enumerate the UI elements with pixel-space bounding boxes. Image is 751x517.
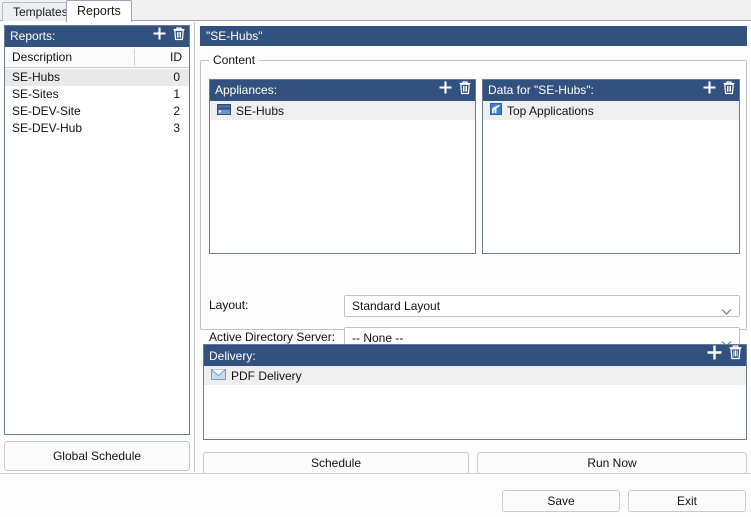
active-directory-value: -- None --: [352, 331, 404, 345]
trash-icon[interactable]: [172, 26, 186, 48]
layout-select[interactable]: Standard Layout: [344, 295, 740, 317]
trash-icon[interactable]: [458, 80, 472, 102]
row-description: SE-Hubs: [12, 70, 61, 84]
save-label: Save: [547, 494, 575, 508]
reports-list[interactable]: SE-Hubs 0 SE-Sites 1 SE-DEV-Site 2 SE-DE…: [5, 69, 189, 434]
reports-panel-header: Reports:: [5, 26, 189, 47]
delivery-panel: Delivery: PDF Delivery: [203, 344, 747, 440]
row-id: 3: [173, 121, 180, 135]
exit-label: Exit: [676, 494, 697, 508]
data-title: Data for "SE-Hubs":: [488, 83, 594, 97]
chart-icon: [490, 103, 502, 118]
list-item[interactable]: SE-Hubs: [210, 101, 475, 120]
row-id: 1: [173, 87, 180, 101]
list-item[interactable]: Top Applications: [483, 101, 739, 120]
run-now-label: Run Now: [587, 456, 637, 470]
content-legend: Content: [213, 53, 256, 67]
list-item-label: PDF Delivery: [231, 368, 302, 383]
schedule-button[interactable]: Schedule: [203, 452, 469, 474]
global-schedule-button[interactable]: Global Schedule: [4, 441, 190, 471]
save-button[interactable]: Save: [502, 490, 620, 512]
content-groupbox: Content Appliances: SE-Hubs Data for "SE…: [200, 53, 748, 349]
data-actions: [702, 80, 736, 101]
layout-field-row: Layout: Standard Layout: [201, 295, 748, 317]
data-header: Data for "SE-Hubs":: [483, 80, 739, 101]
plus-icon[interactable]: [152, 26, 167, 48]
global-schedule-label: Global Schedule: [52, 449, 142, 463]
data-list[interactable]: Top Applications: [483, 101, 739, 253]
row-id: 0: [173, 70, 180, 84]
delivery-header: Delivery:: [204, 345, 746, 367]
appliances-panel: Appliances: SE-Hubs: [209, 79, 476, 254]
plus-icon[interactable]: [706, 344, 723, 368]
chevron-down-icon: [721, 302, 732, 322]
trash-icon[interactable]: [722, 80, 736, 102]
column-divider: [134, 49, 135, 66]
schedule-label: Schedule: [310, 456, 362, 470]
list-item[interactable]: PDF Delivery: [204, 366, 746, 385]
table-row[interactable]: SE-DEV-Site 2: [5, 103, 189, 120]
row-description: SE-DEV-Site: [12, 104, 81, 118]
run-now-button[interactable]: Run Now: [477, 452, 747, 474]
report-manager-window: Templates Reports Reports: Description I…: [0, 0, 751, 517]
table-row[interactable]: SE-DEV-Hub 3: [5, 120, 189, 137]
plus-icon[interactable]: [438, 80, 453, 102]
reports-grid-header: Description ID: [5, 47, 189, 68]
detail-title-bar: "SE-Hubs": [200, 26, 747, 46]
reports-panel: Reports: Description ID SE-Hubs 0 SE-Sit…: [4, 25, 190, 435]
appliances-actions: [438, 80, 472, 101]
appliances-list[interactable]: SE-Hubs: [210, 101, 475, 253]
page-title: "SE-Hubs": [206, 29, 263, 43]
active-directory-label: Active Directory Server:: [209, 330, 336, 344]
plus-icon[interactable]: [702, 80, 717, 102]
layout-label: Layout:: [209, 298, 249, 312]
vertical-divider: [194, 22, 195, 472]
appliance-icon: [217, 103, 231, 118]
table-row[interactable]: SE-Hubs 0: [5, 69, 189, 86]
trash-icon[interactable]: [728, 344, 743, 367]
row-description: SE-DEV-Hub: [12, 121, 83, 135]
layout-value: Standard Layout: [352, 299, 441, 313]
panel-bottom-divider: [0, 473, 751, 474]
table-row[interactable]: SE-Sites 1: [5, 86, 189, 103]
data-panel: Data for "SE-Hubs": Top Applications: [482, 79, 740, 254]
delivery-list[interactable]: PDF Delivery: [204, 366, 746, 439]
tab-reports[interactable]: Reports: [66, 0, 132, 22]
appliances-header: Appliances:: [210, 80, 475, 101]
column-header-description[interactable]: Description: [12, 50, 72, 64]
exit-button[interactable]: Exit: [628, 490, 746, 512]
list-item-label: SE-Hubs: [236, 103, 285, 118]
reports-panel-title: Reports:: [10, 29, 56, 43]
reports-panel-actions: [152, 26, 186, 47]
envelope-icon: [211, 368, 226, 383]
row-description: SE-Sites: [12, 87, 59, 101]
delivery-title: Delivery:: [209, 349, 256, 363]
column-header-id[interactable]: ID: [170, 50, 182, 64]
appliances-title: Appliances:: [215, 83, 278, 97]
list-item-label: Top Applications: [507, 103, 594, 118]
row-id: 2: [173, 104, 180, 118]
delivery-actions: [706, 345, 743, 366]
tab-strip: Templates Reports: [0, 0, 751, 22]
